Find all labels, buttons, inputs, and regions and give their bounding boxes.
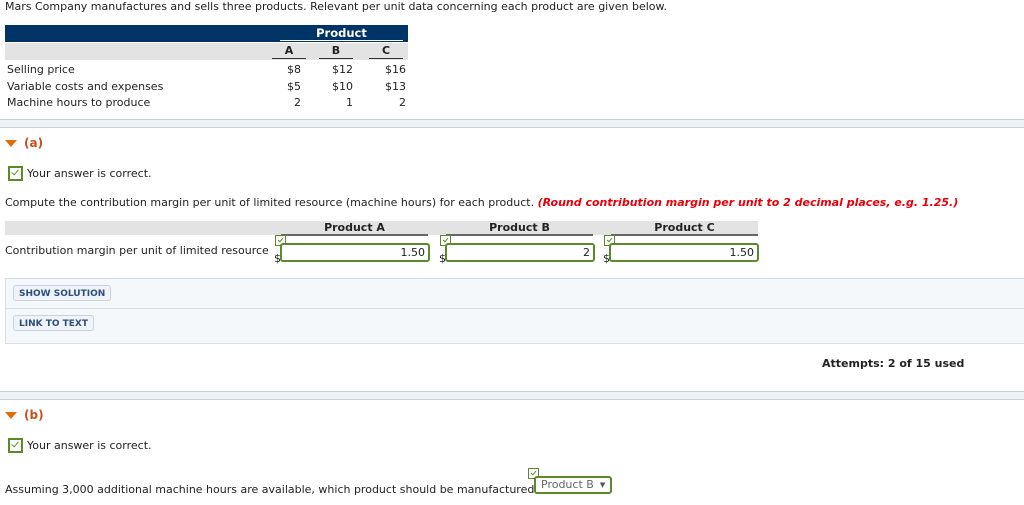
section-divider bbox=[0, 119, 1024, 128]
help-panel: SHOW SOLUTION LINK TO TEXT bbox=[5, 278, 1024, 344]
problem-intro: Mars Company manufactures and sells thre… bbox=[5, 0, 668, 13]
show-solution-button[interactable]: SHOW SOLUTION bbox=[13, 285, 112, 301]
status-text: Your answer is correct. bbox=[27, 439, 152, 452]
selected-value: Product B bbox=[541, 478, 594, 491]
column-header-product-c: Product C bbox=[611, 221, 758, 236]
cell: $10 bbox=[332, 80, 353, 93]
answer-row-label: Contribution margin per unit of limited … bbox=[5, 244, 269, 257]
column-header-c: C bbox=[369, 44, 403, 59]
status-text: Your answer is correct. bbox=[27, 167, 152, 180]
attempts-counter: Attempts: 2 of 15 used bbox=[822, 357, 965, 370]
product-b-cm-input[interactable]: 2 bbox=[445, 243, 595, 262]
cell: 2 bbox=[294, 96, 301, 109]
link-to-text-button[interactable]: LINK TO TEXT bbox=[13, 315, 95, 331]
cell: 2 bbox=[399, 96, 406, 109]
rounding-note: (Round contribution margin per unit to 2… bbox=[537, 196, 959, 209]
row-label-variable-costs: Variable costs and expenses bbox=[7, 80, 164, 93]
cell: $8 bbox=[287, 63, 301, 76]
collapse-triangle-icon[interactable] bbox=[5, 139, 17, 147]
part-b-question: Assuming 3,000 additional machine hours … bbox=[5, 483, 541, 496]
cell: 1 bbox=[346, 96, 353, 109]
product-select-dropdown[interactable]: Product B ▼ bbox=[534, 476, 613, 494]
cell: $5 bbox=[287, 80, 301, 93]
cell: $12 bbox=[332, 63, 353, 76]
column-header-product-a: Product A bbox=[281, 221, 428, 236]
column-header-product-b: Product B bbox=[446, 221, 593, 236]
part-a-status: Your answer is correct. bbox=[8, 166, 152, 181]
checkmark-icon bbox=[8, 438, 23, 453]
product-c-cm-input[interactable]: 1.50 bbox=[609, 243, 759, 262]
row-label-machine-hours: Machine hours to produce bbox=[7, 96, 151, 109]
product-a-cm-input[interactable]: 1.50 bbox=[280, 243, 430, 262]
product-group-header: Product bbox=[280, 26, 403, 41]
part-a-header[interactable]: (a) bbox=[5, 136, 43, 150]
row-label-selling-price: Selling price bbox=[7, 63, 75, 76]
column-header-a: A bbox=[272, 44, 306, 59]
cell: $16 bbox=[385, 63, 406, 76]
part-b-status: Your answer is correct. bbox=[8, 438, 152, 453]
dropdown-arrow-icon: ▼ bbox=[599, 481, 606, 489]
column-header-b: B bbox=[319, 44, 353, 59]
part-a-instruction: Compute the contribution margin per unit… bbox=[5, 196, 958, 209]
table-header-band: Product bbox=[5, 25, 408, 42]
part-a-label: (a) bbox=[24, 136, 44, 150]
instruction-text: Compute the contribution margin per unit… bbox=[5, 196, 535, 209]
checkmark-icon bbox=[8, 166, 23, 181]
cell: $13 bbox=[385, 80, 406, 93]
part-b-label: (b) bbox=[24, 408, 44, 422]
section-divider bbox=[0, 391, 1024, 400]
part-b-header[interactable]: (b) bbox=[5, 408, 44, 422]
collapse-triangle-icon[interactable] bbox=[5, 411, 17, 419]
panel-divider bbox=[6, 308, 1024, 309]
